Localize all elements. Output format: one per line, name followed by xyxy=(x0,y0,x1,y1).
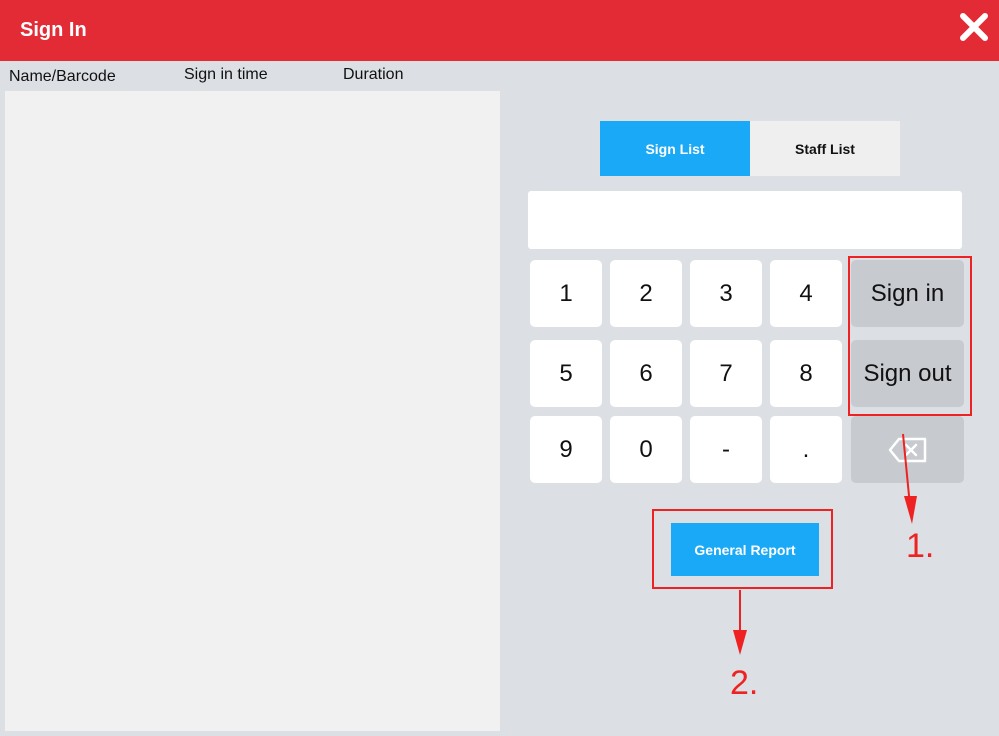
sign-out-button[interactable]: Sign out xyxy=(851,340,964,407)
keypad-key-1[interactable]: 1 xyxy=(530,260,602,327)
keypad-key-4[interactable]: 4 xyxy=(770,260,842,327)
keypad-key-dot[interactable]: . xyxy=(770,416,842,483)
window-title: Sign In xyxy=(20,19,87,41)
keypad-key-0[interactable]: 0 xyxy=(610,416,682,483)
annotation-label-1: 1. xyxy=(906,527,935,565)
annotation-label-2: 2. xyxy=(730,664,759,702)
backspace-button[interactable] xyxy=(851,416,964,483)
code-entry-field[interactable] xyxy=(528,191,962,249)
keypad-key-dash[interactable]: - xyxy=(690,416,762,483)
backspace-icon xyxy=(888,437,926,462)
general-report-button[interactable]: General Report xyxy=(671,523,819,576)
title-bar: Sign In xyxy=(0,0,999,61)
tab-sign-list[interactable]: Sign List xyxy=(600,121,750,176)
column-header-duration: Duration xyxy=(343,66,404,83)
keypad-key-9[interactable]: 9 xyxy=(530,416,602,483)
keypad-key-5[interactable]: 5 xyxy=(530,340,602,407)
close-button[interactable] xyxy=(956,9,992,45)
keypad-key-2[interactable]: 2 xyxy=(610,260,682,327)
sign-list-panel[interactable] xyxy=(5,91,500,731)
close-icon xyxy=(960,13,988,41)
column-header-name-barcode: Name/Barcode xyxy=(9,68,116,85)
keypad-key-7[interactable]: 7 xyxy=(690,340,762,407)
sign-in-button[interactable]: Sign in xyxy=(851,260,964,327)
keypad-key-6[interactable]: 6 xyxy=(610,340,682,407)
annotation-arrow-2 xyxy=(733,590,747,655)
sign-in-window: Sign In Name/Barcode Sign in time Durati… xyxy=(0,0,999,736)
keypad-key-3[interactable]: 3 xyxy=(690,260,762,327)
tab-staff-list[interactable]: Staff List xyxy=(750,121,900,176)
keypad-key-8[interactable]: 8 xyxy=(770,340,842,407)
column-header-sign-in-time: Sign in time xyxy=(184,66,268,83)
